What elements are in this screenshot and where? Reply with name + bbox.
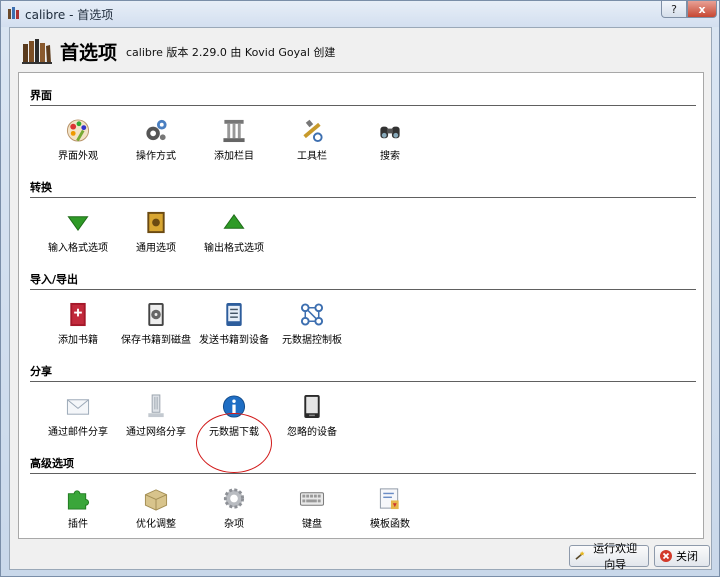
toolbar-tools-icon — [303, 119, 323, 143]
preferences-panel: 界面 界面外观 操作方式 添加栏目 工具栏 搜索 转换 输入格式选项 通用选项 … — [18, 72, 704, 539]
pref-item-plugins[interactable]: 插件 — [34, 486, 122, 530]
pref-item-label: 发送书籍到设备 — [199, 335, 269, 346]
metadata-plugboard-icon — [300, 303, 324, 326]
section-divider — [30, 105, 696, 107]
pref-item-label: 通用选项 — [136, 243, 176, 254]
puzzle-plugin-icon — [67, 490, 89, 510]
pref-item-label: 通过网络分享 — [126, 427, 186, 438]
run-welcome-wizard-label: 运行欢迎向导 — [593, 543, 638, 571]
pref-item-label: 添加书籍 — [58, 335, 98, 346]
pref-item-look-and-feel[interactable]: 界面外观 — [34, 118, 122, 162]
section-divider — [30, 381, 696, 383]
title-bar[interactable]: calibre - 首选项 ? x — [1, 1, 719, 27]
pref-item-share-by-email[interactable]: 通过邮件分享 — [34, 394, 122, 438]
pref-item-add-column[interactable]: 添加栏目 — [190, 118, 278, 162]
pref-item-metadata-plugboard[interactable]: 元数据控制板 — [268, 302, 356, 346]
pref-item-label: 杂项 — [224, 519, 244, 530]
send-to-device-icon — [226, 302, 242, 327]
tweaks-box-icon — [144, 489, 168, 511]
misc-gear-icon — [223, 488, 245, 509]
section-title-import-export: 导入/导出 — [30, 273, 79, 286]
pref-item-ignored-devices[interactable]: 忽略的设备 — [268, 394, 356, 438]
pref-item-share-over-network[interactable]: 通过网络分享 — [112, 394, 200, 438]
pref-item-toolbar[interactable]: 工具栏 — [268, 118, 356, 162]
email-envelope-icon — [66, 399, 90, 415]
pref-item-output-options[interactable]: 输出格式选项 — [190, 210, 278, 254]
pref-item-label: 添加栏目 — [214, 151, 254, 162]
close-button[interactable]: 关闭 — [654, 545, 710, 567]
pref-item-label: 界面外观 — [58, 151, 98, 162]
look-and-feel-icon — [66, 119, 90, 142]
pref-item-keyboard[interactable]: 键盘 — [268, 486, 356, 530]
version-subtitle: calibre 版本 2.29.0 由 Kovid Goyal 创建 — [126, 46, 336, 59]
pref-item-label: 输出格式选项 — [204, 243, 264, 254]
books-icon — [22, 39, 52, 64]
pref-item-label: 搜索 — [380, 151, 400, 162]
template-functions-icon — [379, 488, 399, 510]
window-close-button[interactable]: x — [687, 1, 717, 18]
behavior-gears-icon — [146, 119, 167, 141]
pref-item-behavior[interactable]: 操作方式 — [112, 118, 200, 162]
preferences-header: 首选项 calibre 版本 2.29.0 由 Kovid Goyal 创建 — [10, 28, 711, 72]
pref-item-label: 输入格式选项 — [48, 243, 108, 254]
pref-item-label: 优化调整 — [136, 519, 176, 530]
preferences-client-area: 首选项 calibre 版本 2.29.0 由 Kovid Goyal 创建 界… — [9, 27, 712, 571]
window-title: calibre - 首选项 — [25, 8, 114, 22]
save-to-disk-icon — [148, 302, 164, 327]
common-options-book-icon — [147, 211, 165, 234]
pref-item-label: 保存书籍到磁盘 — [121, 335, 191, 346]
calibre-app-icon — [8, 7, 19, 19]
input-arrow-down-icon — [67, 216, 89, 232]
binoculars-icon — [380, 126, 400, 139]
close-icon — [660, 550, 672, 562]
reader-device-icon — [304, 394, 320, 419]
keyboard-icon — [299, 492, 325, 506]
pref-item-label: 工具栏 — [297, 151, 327, 162]
pref-item-label: 忽略的设备 — [287, 427, 337, 438]
page-title: 首选项 — [60, 42, 118, 64]
preferences-window: calibre - 首选项 ? x 首选项 calibre 版本 2.29.0 … — [0, 0, 720, 577]
run-welcome-wizard-button[interactable]: 运行欢迎向导 — [569, 543, 649, 571]
section-divider — [30, 289, 696, 291]
section-divider — [30, 473, 696, 475]
section-title-conversion: 转换 — [30, 181, 52, 194]
pref-item-save-to-disk[interactable]: 保存书籍到磁盘 — [112, 302, 200, 346]
highlight-circle-annotation — [196, 413, 272, 473]
pref-item-template-functions[interactable]: 模板函数 — [346, 486, 434, 530]
pref-item-label: 操作方式 — [136, 151, 176, 162]
pref-item-label: 通过邮件分享 — [48, 427, 108, 438]
network-server-icon — [148, 394, 164, 418]
section-divider — [30, 197, 696, 199]
help-button[interactable]: ? — [661, 1, 687, 18]
add-book-icon — [70, 302, 86, 327]
pref-item-send-to-device[interactable]: 发送书籍到设备 — [190, 302, 278, 346]
pref-item-input-options[interactable]: 输入格式选项 — [34, 210, 122, 254]
close-button-label: 关闭 — [676, 551, 698, 563]
section-title-interface: 界面 — [30, 89, 52, 102]
pref-item-search[interactable]: 搜索 — [346, 118, 434, 162]
output-arrow-up-icon — [223, 213, 245, 229]
pref-item-tweaks[interactable]: 优化调整 — [112, 486, 200, 530]
pref-item-label: 键盘 — [302, 519, 322, 530]
pref-item-label: 元数据控制板 — [282, 335, 342, 346]
pref-item-label: 插件 — [68, 519, 88, 530]
section-title-sharing: 分享 — [30, 365, 52, 378]
pref-item-common-options[interactable]: 通用选项 — [112, 210, 200, 254]
section-title-advanced: 高级选项 — [30, 457, 74, 470]
pref-item-add-books[interactable]: 添加书籍 — [34, 302, 122, 346]
wizard-wand-icon — [575, 551, 585, 560]
pref-item-miscellaneous[interactable]: 杂项 — [190, 486, 278, 530]
pref-item-label: 模板函数 — [370, 519, 410, 530]
column-pillar-icon — [223, 119, 245, 143]
